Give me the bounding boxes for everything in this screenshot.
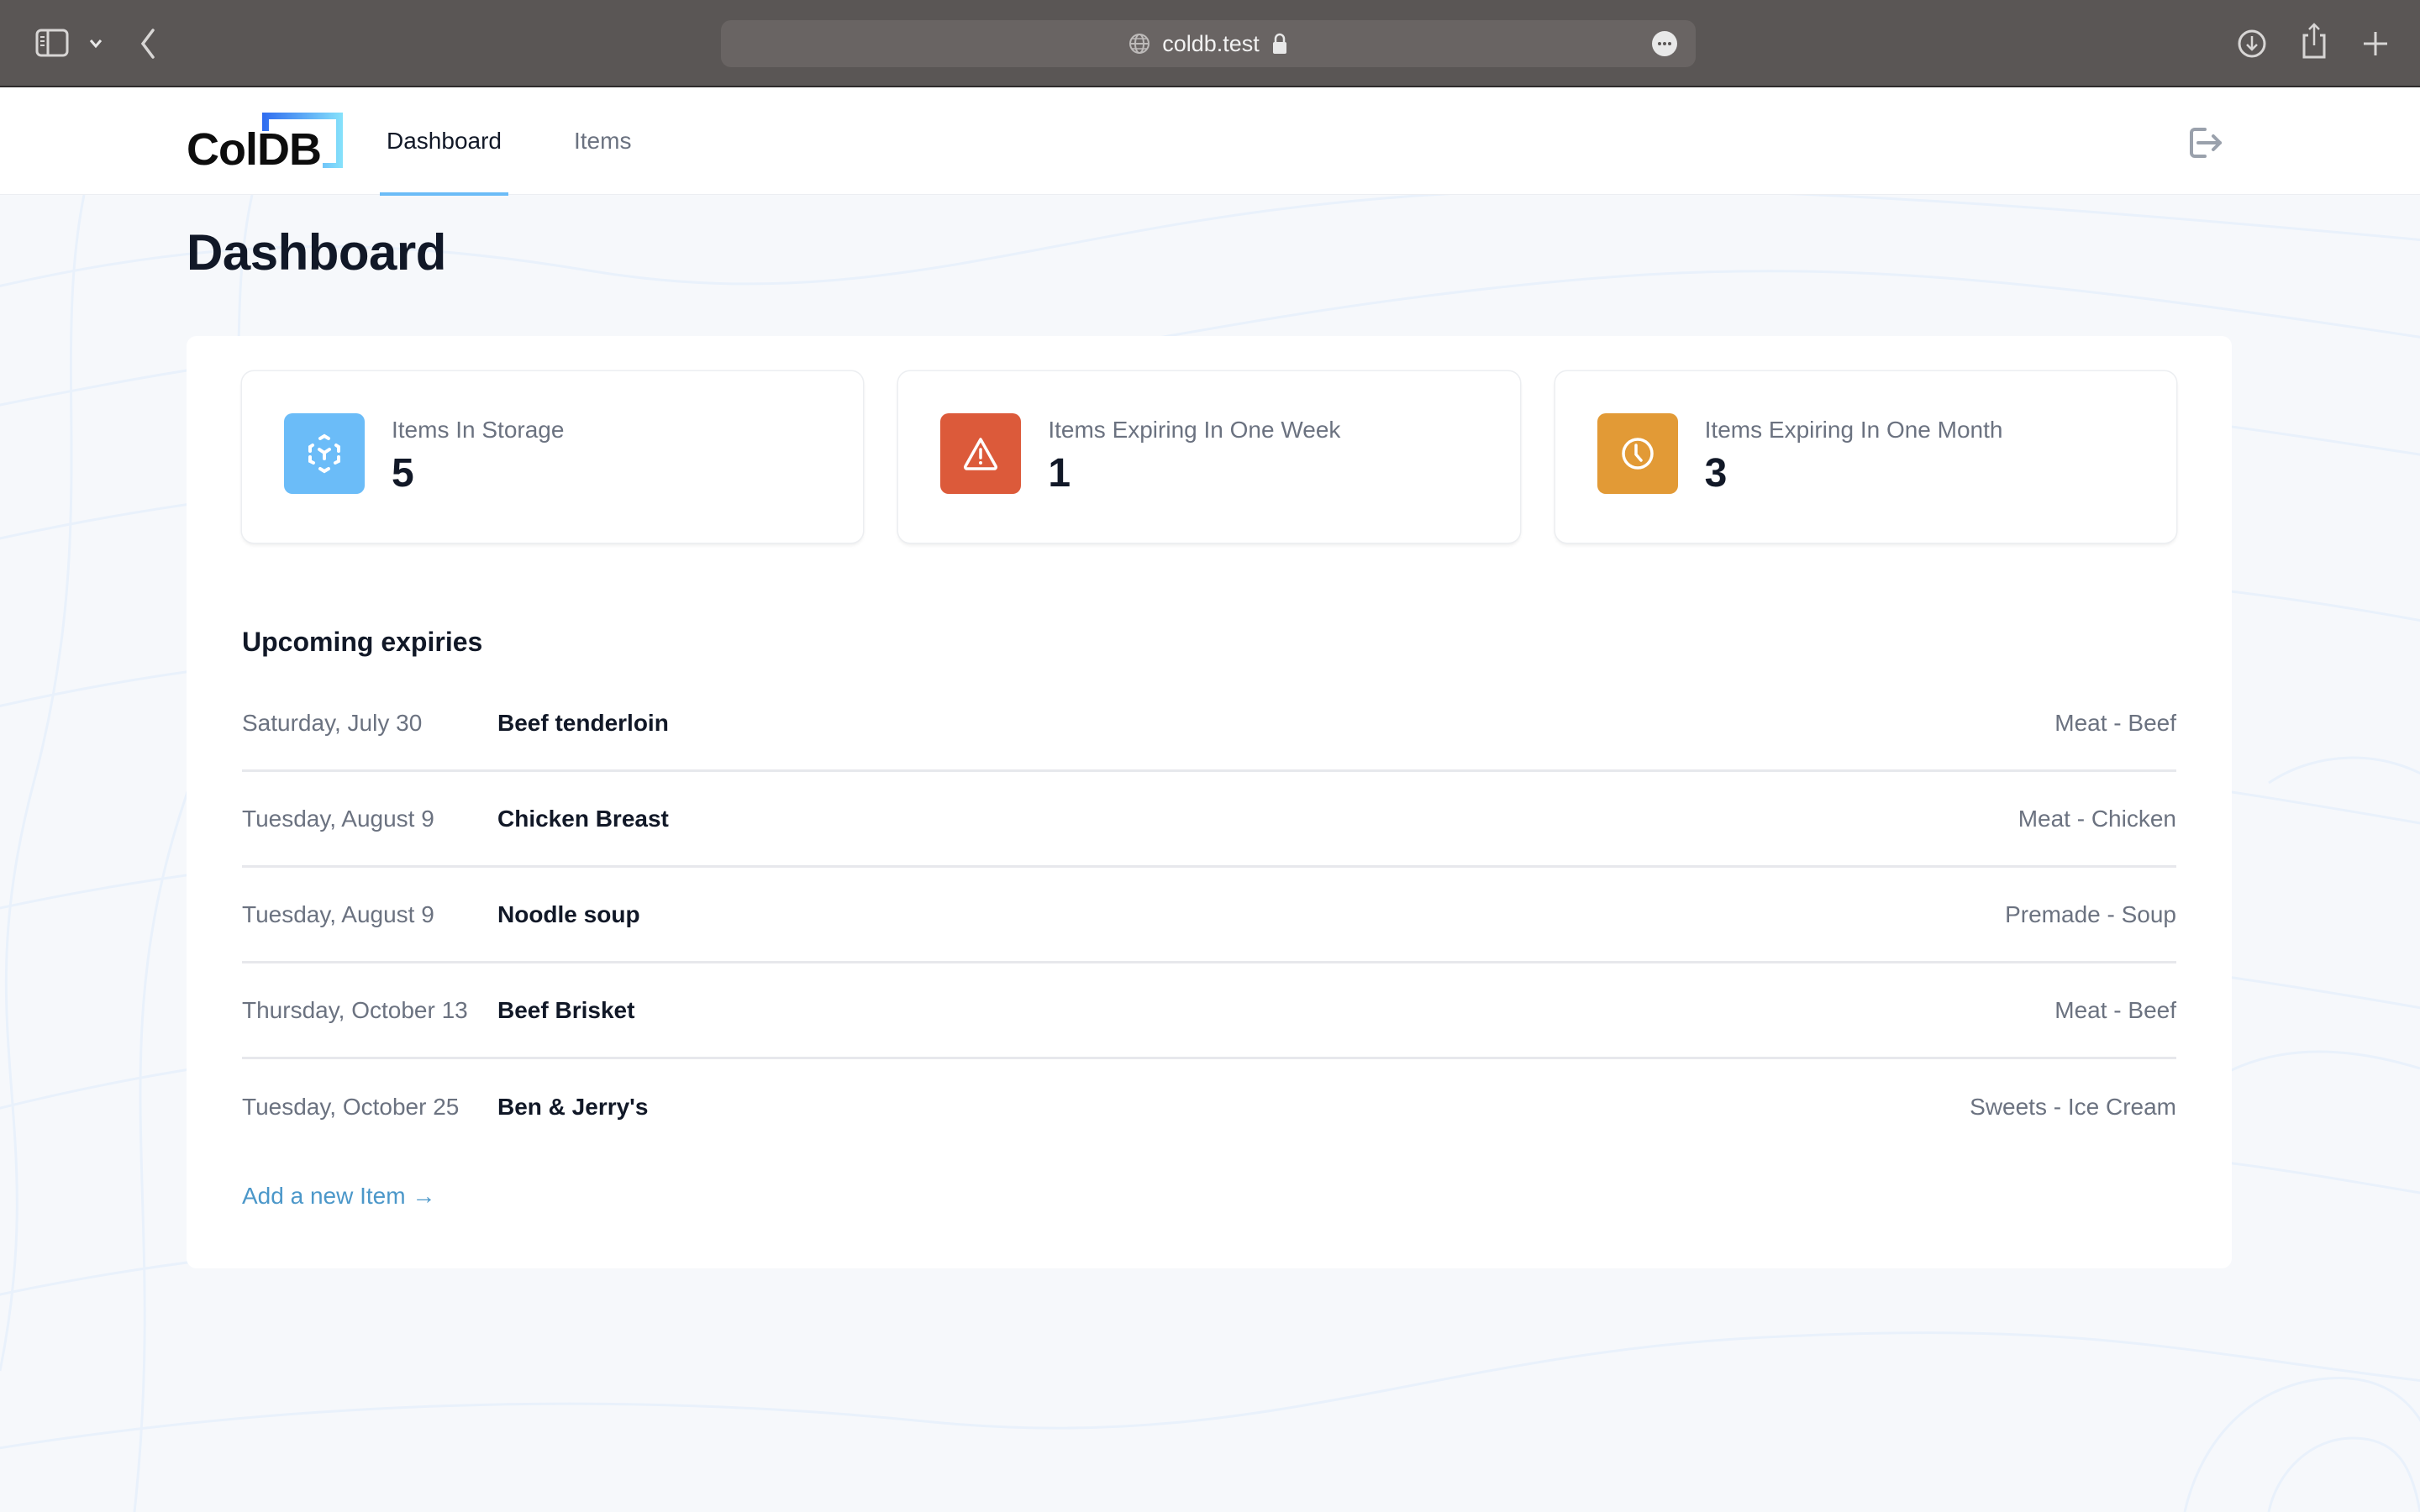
share-icon[interactable] (2301, 22, 2328, 60)
logo-text: ColDB (187, 124, 322, 175)
logo[interactable]: ColDB (187, 113, 343, 175)
stat-value: 3 (1704, 451, 1728, 496)
item-name: Beef tenderloin (497, 709, 669, 736)
expiry-date: Tuesday, August 9 (242, 805, 434, 832)
dashboard-panel: Items In Storage 5 Items Expiring In One… (187, 336, 2232, 1268)
tab-dashboard[interactable]: Dashboard (380, 87, 508, 196)
item-category: Meat - Chicken (2018, 805, 2176, 832)
add-new-item-link[interactable]: Add a new Item → (242, 1183, 435, 1210)
stat-label: Items In Storage (392, 417, 565, 443)
item-category: Premade - Soup (2005, 900, 2176, 927)
stat-label: Items Expiring In One Month (1704, 417, 2003, 443)
expiry-date: Thursday, October 13 (242, 996, 468, 1023)
stats-cards: Items In Storage 5 Items Expiring In One… (242, 371, 2176, 543)
cube-icon (284, 413, 365, 494)
download-icon[interactable] (2237, 25, 2267, 62)
upcoming-expiries-list: Saturday, July 30 Beef tenderloin Meat -… (242, 676, 2176, 1155)
stat-value: 5 (392, 451, 414, 496)
expiry-date: Tuesday, October 25 (242, 1094, 460, 1120)
item-name: Ben & Jerry's (497, 1094, 649, 1120)
stat-value: 1 (1048, 451, 1071, 496)
list-item[interactable]: Tuesday, August 9 Chicken Breast Meat - … (242, 772, 2176, 868)
plus-icon[interactable] (2363, 25, 2388, 62)
item-category: Meat - Beef (2054, 709, 2176, 736)
browser-toolbar: coldb.test (0, 0, 2420, 87)
page-title: Dashboard (187, 224, 446, 281)
chevron-down-icon[interactable] (87, 25, 104, 62)
list-item[interactable]: Tuesday, August 9 Noodle soup Premade - … (242, 868, 2176, 963)
app-header: ColDB Dashboard Items (0, 87, 2420, 196)
expiry-date: Tuesday, August 9 (242, 900, 434, 927)
stat-label: Items Expiring In One Week (1048, 417, 1341, 443)
warning-icon (940, 413, 1022, 494)
upcoming-expiries-title: Upcoming expiries (242, 627, 483, 657)
expiry-date: Saturday, July 30 (242, 709, 423, 736)
item-name: Chicken Breast (497, 805, 669, 832)
sidebar-icon[interactable] (35, 25, 69, 62)
more-icon[interactable] (1652, 31, 1677, 56)
stat-card-in-storage: Items In Storage 5 (242, 371, 864, 543)
stat-card-expiring-week: Items Expiring In One Week 1 (898, 371, 1520, 543)
tab-items[interactable]: Items (574, 87, 631, 195)
list-item[interactable]: Thursday, October 13 Beef Brisket Meat -… (242, 963, 2176, 1059)
logout-icon[interactable] (2186, 124, 2223, 161)
address-bar[interactable]: coldb.test (721, 20, 1696, 67)
item-category: Sweets - Ice Cream (1970, 1094, 2176, 1120)
item-name: Beef Brisket (497, 996, 635, 1023)
back-icon[interactable] (138, 25, 158, 62)
globe-icon (1129, 34, 1150, 54)
clock-icon (1597, 413, 1678, 494)
list-item[interactable]: Tuesday, October 25 Ben & Jerry's Sweets… (242, 1059, 2176, 1155)
item-category: Meat - Beef (2054, 996, 2176, 1023)
stat-card-expiring-month: Items Expiring In One Month 3 (1555, 371, 2176, 543)
url-text: coldb.test (1162, 30, 1260, 56)
list-item[interactable]: Saturday, July 30 Beef tenderloin Meat -… (242, 676, 2176, 772)
lock-icon (1272, 33, 1286, 54)
item-name: Noodle soup (497, 900, 640, 927)
